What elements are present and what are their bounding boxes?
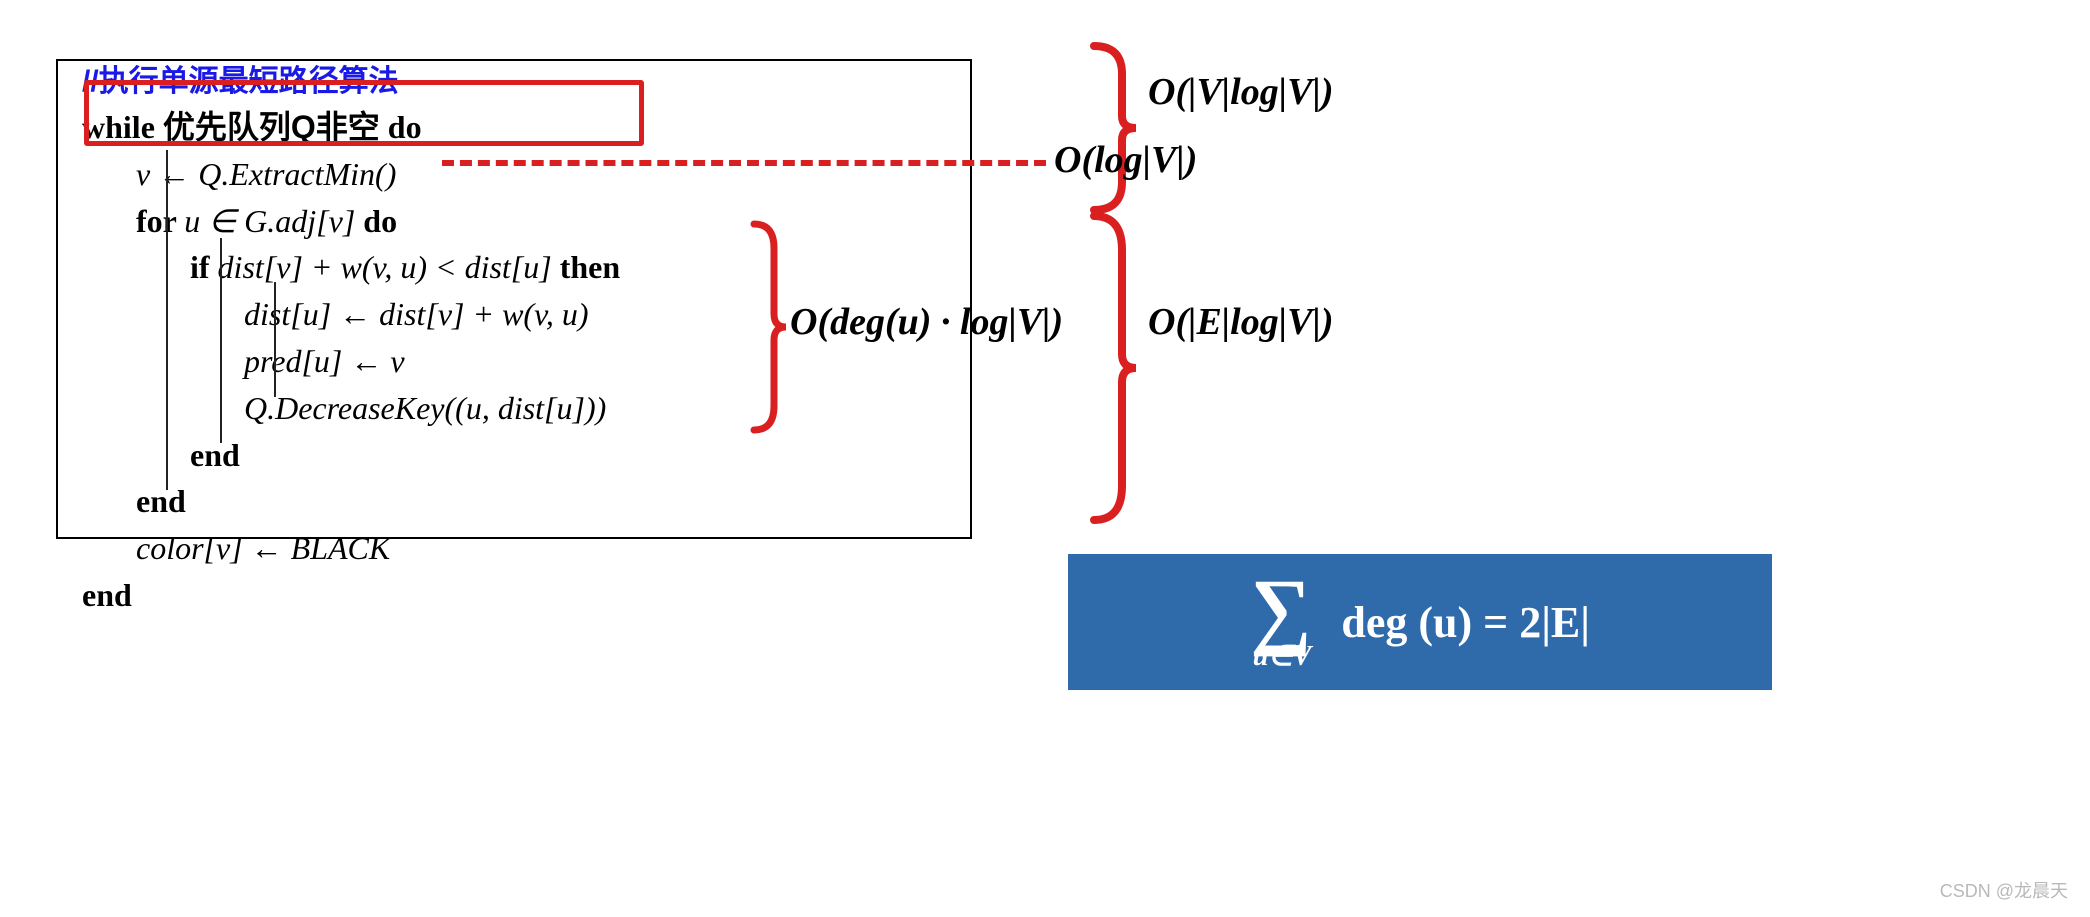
watermark: CSDN @龙晨天 xyxy=(1940,877,2068,903)
if-line: if dist[v] + w(v, u) < dist[u] then xyxy=(190,245,946,290)
ann-bottom-brace: O(|E|log|V|) xyxy=(1148,300,1333,344)
color-line: color[v] ← BLACK xyxy=(136,526,946,571)
for-line: for u ∈ G.adj[v] do xyxy=(136,199,946,244)
keyword-while: while xyxy=(82,109,163,145)
if-cond: dist[v] + w(v, u) < dist[u] xyxy=(218,249,552,285)
keyword-then: then xyxy=(552,249,620,285)
for-range: u ∈ G.adj[v] xyxy=(184,203,355,239)
end-while: end xyxy=(82,573,946,618)
comment-line: //执行单源最短路径算法 xyxy=(82,61,946,103)
ann-inner: O(deg(u) · log|V|) xyxy=(790,300,1063,344)
formula-body: deg (u) = 2|E| xyxy=(1341,597,1590,648)
block-bar-3 xyxy=(274,282,276,397)
extractmin-line: v ← Q.ExtractMin() xyxy=(136,152,946,197)
while-line: while 优先队列Q非空 do xyxy=(82,105,946,150)
keyword-if: if xyxy=(190,249,218,285)
decreasekey-line: Q.DecreaseKey((u, dist[u])) xyxy=(244,386,946,431)
formula-box: ∑ u∈V deg (u) = 2|E| xyxy=(1068,554,1772,690)
end-if: end xyxy=(190,433,946,478)
pred-update-line: pred[u] ← v xyxy=(244,339,946,384)
while-condition-cn: 优先队列Q非空 xyxy=(163,109,380,145)
bottom-big-brace xyxy=(1086,210,1140,526)
keyword-do-2: do xyxy=(355,203,397,239)
keyword-do: do xyxy=(380,109,422,145)
ann-extractmin: O(log|V|) xyxy=(1054,138,1197,182)
block-bar-1 xyxy=(166,150,168,490)
sigma-sub: u∈V xyxy=(1253,639,1312,673)
keyword-for: for xyxy=(136,203,184,239)
diagram-canvas: //执行单源最短路径算法 while 优先队列Q非空 do v ← Q.Extr… xyxy=(0,0,2090,917)
pseudocode-box: //执行单源最短路径算法 while 优先队列Q非空 do v ← Q.Extr… xyxy=(56,59,972,539)
top-big-brace xyxy=(1086,40,1140,216)
end-for: end xyxy=(136,479,946,524)
block-bar-2 xyxy=(220,238,222,443)
sigma-symbol: ∑ xyxy=(1250,571,1311,648)
ann-top-brace: O(|V|log|V|) xyxy=(1148,70,1333,114)
